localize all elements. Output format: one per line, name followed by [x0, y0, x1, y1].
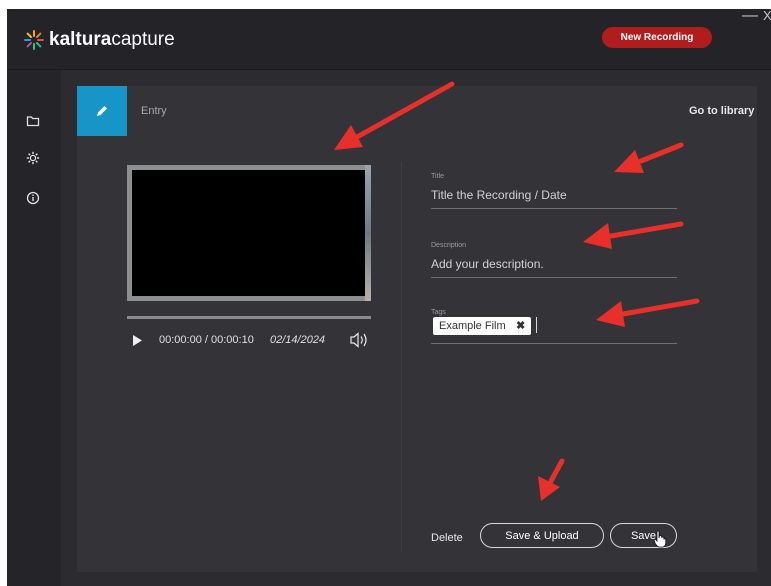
- arrow-to-video: [334, 81, 455, 150]
- arrow-to-description: [583, 221, 684, 249]
- arrow-to-save-upload: [538, 458, 565, 501]
- app-window: kalturacapture New Recording — X Entry G…: [7, 9, 771, 586]
- arrow-to-tags: [596, 298, 700, 327]
- annotation-arrows: [334, 81, 700, 501]
- arrow-to-title: [614, 142, 684, 173]
